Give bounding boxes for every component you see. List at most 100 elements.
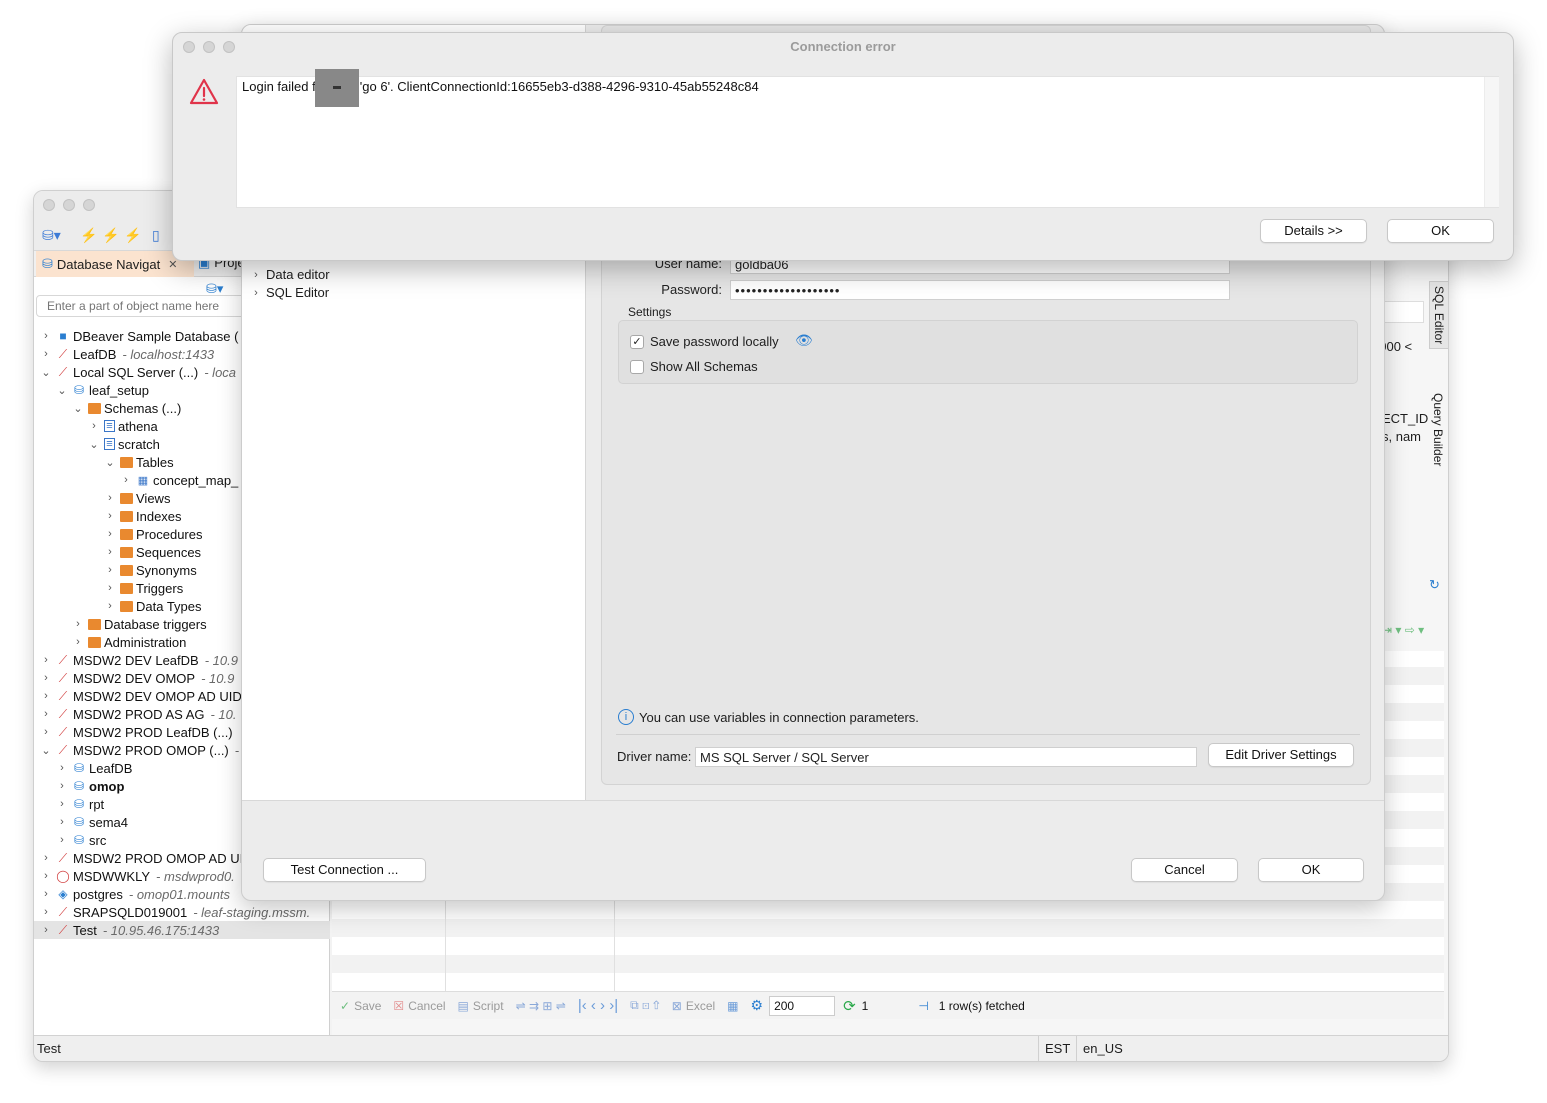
save-password-checkbox[interactable]: ✓ [630, 335, 644, 349]
export-excel-button[interactable]: ⊠ Excel [672, 999, 715, 1013]
tree-item-label: SRAPSQLD019001 [73, 904, 188, 920]
chevron-right-icon[interactable]: › [56, 798, 68, 810]
save-icon: ✓ [340, 998, 351, 1013]
settings-group-label: Settings [628, 305, 672, 319]
chevron-right-icon[interactable]: › [40, 726, 52, 738]
sql-editor-toolbar-icon[interactable]: ▯ [152, 227, 160, 244]
chevron-down-icon[interactable]: ⌄ [56, 384, 68, 397]
page-navigation[interactable]: |‹ ‹ › ›| [578, 997, 618, 1014]
editor-input-fragment[interactable] [1384, 301, 1424, 323]
test-connection-button[interactable]: Test Connection ... [263, 858, 426, 882]
connect-icon[interactable]: ⚡ [80, 227, 97, 244]
password-label: Password: [661, 282, 722, 297]
tables-folder-icon [120, 456, 133, 468]
chevron-right-icon[interactable]: › [40, 330, 52, 342]
history-icon[interactable]: ↻ [1429, 577, 1440, 593]
navigate-arrows-icon[interactable]: ⇥ ▾ ⇨ ▾ [1382, 623, 1424, 637]
chevron-right-icon[interactable]: › [104, 600, 116, 612]
chevron-right-icon[interactable]: › [40, 888, 52, 900]
tree-item-label: MSDW2 PROD OMOP (...) [73, 742, 229, 758]
chevron-right-icon[interactable]: › [72, 636, 84, 648]
chevron-right-icon[interactable]: › [104, 564, 116, 576]
eye-icon[interactable]: 👁 [795, 332, 813, 349]
settings-item-data-editor[interactable]: › Data editor [250, 267, 329, 282]
chevron-right-icon: › [254, 286, 258, 299]
chevron-down-icon[interactable]: ⌄ [104, 456, 116, 469]
cancel-changes-button[interactable]: ☒ Cancel [393, 999, 445, 1013]
tree-item-host: - [234, 742, 240, 758]
disconnect-icon[interactable]: ⚡ [124, 227, 141, 244]
driver-name-field[interactable] [695, 747, 1197, 767]
chevron-right-icon[interactable]: › [40, 870, 52, 882]
chevron-right-icon[interactable]: › [40, 654, 52, 666]
chevron-right-icon[interactable]: › [104, 492, 116, 504]
chevron-right-icon[interactable]: › [72, 618, 84, 630]
tree-item-host: - 10.9 [204, 652, 238, 668]
tree-item-host: - 10.95.46.175:1433 [102, 922, 220, 938]
chevron-right-icon[interactable]: › [88, 420, 100, 432]
chevron-right-icon[interactable]: › [104, 528, 116, 540]
chevron-right-icon[interactable]: › [40, 690, 52, 702]
settings-item-sql-editor[interactable]: › SQL Editor [250, 285, 329, 300]
password-field[interactable] [730, 280, 1230, 300]
window-controls[interactable] [43, 199, 95, 211]
tab-database-navigator-label: Database Navigat [56, 256, 161, 272]
chevron-right-icon[interactable]: › [40, 708, 52, 720]
chevron-right-icon[interactable]: › [40, 348, 52, 360]
chevron-right-icon[interactable]: › [40, 672, 52, 684]
database-icon: ⛁ [73, 797, 85, 811]
status-timezone: EST [1045, 1041, 1071, 1056]
tree-item[interactable]: › ⟋ Test - 10.95.46.175:1433 [34, 921, 330, 939]
details-button[interactable]: Details >> [1260, 219, 1367, 243]
chevron-down-icon[interactable]: ⌄ [88, 438, 100, 451]
tree-item-label: sema4 [89, 814, 129, 830]
tab-query-builder[interactable]: Query Builder [1429, 389, 1447, 470]
excel-icon: ⊠ [671, 998, 682, 1013]
chevron-right-icon[interactable]: › [104, 510, 116, 522]
chevron-right-icon[interactable]: › [104, 582, 116, 594]
tab-sql-editor[interactable]: SQL Editor [1429, 281, 1448, 350]
new-connection-icon[interactable]: ⛁▾ [42, 227, 61, 244]
layout-icon[interactable]: ▦ [727, 999, 738, 1013]
refresh-icon[interactable]: ⟳ [843, 997, 856, 1015]
fetch-size-input[interactable] [769, 995, 836, 1016]
tab-database-navigator[interactable]: ⛁ Database Navigat ✕ [36, 251, 194, 277]
invalidate-icon[interactable]: ⚡ [102, 227, 119, 244]
ok-button[interactable]: OK [1387, 219, 1494, 243]
cancel-button[interactable]: Cancel [1131, 858, 1238, 882]
tree-item-host: - omop01.mounts [128, 886, 231, 902]
edit-driver-settings-button[interactable]: Edit Driver Settings [1208, 743, 1354, 767]
chevron-down-icon[interactable]: ⌄ [40, 366, 52, 379]
chevron-right-icon[interactable]: › [56, 780, 68, 792]
editor-text-fragment-2: ECT_ID [1382, 411, 1429, 426]
tree-item-label: Tables [136, 454, 174, 470]
results-toolbar: ✓ Save ☒ Cancel ▤ Script ⇌ ⇉ ⊞ ⇌ |‹ ‹ › ›| … [332, 991, 1444, 1019]
tree-item-label: MSDWWKLY [73, 868, 151, 884]
connection-icon: ⟋ [58, 670, 68, 685]
save-button[interactable]: ✓ Save [340, 999, 381, 1013]
error-message-area[interactable]: Login failed for user 'go 6'. ClientConn… [236, 76, 1499, 208]
tree-item[interactable]: › ⟋ SRAPSQLD019001 - leaf-staging.mssm. [34, 903, 330, 921]
script-button[interactable]: ▤ Script [458, 999, 504, 1013]
panel-icons[interactable]: ⧉ ⊡ ⇧ [630, 998, 660, 1013]
gear-icon[interactable]: ⚙ [751, 997, 764, 1014]
chevron-right-icon[interactable]: › [40, 906, 52, 918]
chevron-down-icon[interactable]: ⌄ [72, 402, 84, 415]
chevron-right-icon[interactable]: › [56, 762, 68, 774]
chevron-right-icon[interactable]: › [56, 834, 68, 846]
show-all-schemas-checkbox[interactable] [630, 360, 644, 374]
chevron-right-icon[interactable]: › [40, 924, 52, 936]
status-bar: Test EST en_US [34, 1035, 1448, 1061]
scrollbar[interactable] [1484, 77, 1499, 207]
status-locale: en_US [1083, 1041, 1123, 1056]
chevron-right-icon[interactable]: › [40, 852, 52, 864]
chevron-right-icon[interactable]: › [104, 546, 116, 558]
chevron-down-icon[interactable]: ⌄ [40, 744, 52, 757]
schema-icon: ≡ [104, 420, 115, 432]
chevron-right-icon[interactable]: › [56, 816, 68, 828]
tree-item-label: rpt [89, 796, 105, 812]
chevron-right-icon[interactable]: › [120, 474, 132, 486]
row-edit-icons[interactable]: ⇌ ⇉ ⊞ ⇌ [516, 999, 566, 1013]
ok-button[interactable]: OK [1258, 858, 1364, 882]
views-folder-icon [120, 492, 133, 504]
